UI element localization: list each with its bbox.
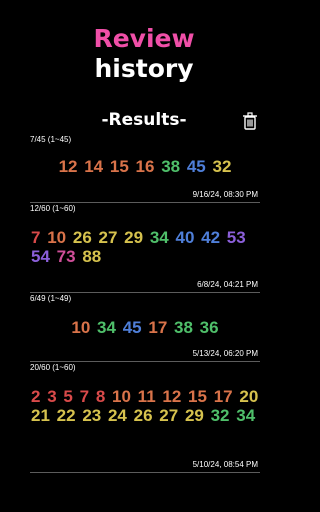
lotto-number: 7	[31, 228, 41, 247]
lotto-number: 34	[97, 318, 116, 337]
history-entry[interactable]: 7/45 (1~45) 12 14 15 16 38 45 32 9/16/24…	[30, 134, 260, 203]
lotto-number: 2	[31, 387, 41, 406]
lotto-number: 29	[184, 406, 204, 425]
lotto-number: 17	[213, 387, 233, 406]
history-entry[interactable]: 6/49 (1~49) 10 34 45 17 38 36 5/13/24, 0…	[30, 293, 260, 362]
history-list: 7/45 (1~45) 12 14 15 16 38 45 32 9/16/24…	[0, 134, 288, 473]
page-header: Review history	[0, 0, 288, 84]
review-history-screen: Review history -Results- 7/45 (1~45) 12 …	[0, 0, 288, 512]
lotto-number: 8	[95, 387, 106, 406]
page-title-review: Review	[93, 24, 195, 53]
lotto-number: 7	[79, 387, 90, 406]
entry-date: 5/13/24, 06:20 PM	[192, 349, 258, 358]
lotto-number: 24	[107, 406, 127, 425]
lotto-number: 54	[31, 247, 50, 266]
lotto-number: 14	[84, 157, 104, 176]
lotto-number: 17	[148, 318, 168, 337]
results-bar: -Results-	[0, 108, 288, 132]
lotto-number: 10	[112, 387, 131, 406]
game-label: 20/60 (1~60)	[30, 363, 76, 372]
lotto-number: 34	[149, 228, 169, 247]
lotto-number: 26	[133, 406, 153, 425]
lotto-number: 38	[161, 157, 181, 176]
number-row: 2 3 5 7 8 10 11 12 15 17 20 21 22 23 24 …	[30, 373, 260, 425]
lotto-number: 10	[71, 318, 91, 337]
lotto-number: 45	[186, 157, 206, 176]
lotto-number: 12	[162, 387, 182, 406]
number-row: 12 14 15 16 38 45 32	[30, 145, 260, 176]
lotto-number: 16	[135, 157, 155, 176]
lotto-number: 53	[226, 228, 246, 247]
lotto-number: 20	[239, 387, 259, 406]
lotto-number: 3	[47, 387, 57, 406]
lotto-number: 42	[201, 228, 221, 247]
lotto-number: 11	[137, 387, 156, 406]
game-label: 12/60 (1~60)	[30, 204, 76, 213]
entry-date: 5/10/24, 08:54 PM	[192, 460, 258, 469]
game-label: 6/49 (1~49)	[30, 294, 72, 303]
lotto-number: 21	[31, 406, 50, 425]
lotto-number: 12	[58, 157, 78, 176]
lotto-number: 27	[98, 228, 118, 247]
game-label: 7/45 (1~45)	[30, 135, 72, 144]
lotto-number: 22	[56, 406, 76, 425]
lotto-number: 5	[63, 387, 73, 406]
lotto-number: 34	[236, 406, 256, 425]
entry-date: 9/16/24, 08:30 PM	[192, 190, 258, 199]
lotto-number: 26	[72, 228, 92, 247]
lotto-number: 15	[188, 387, 207, 406]
lotto-number: 88	[82, 247, 102, 266]
number-row: 7 10 26 27 29 34 40 42 53 54 73 88	[30, 214, 260, 266]
entry-date: 6/8/24, 04:21 PM	[197, 280, 258, 289]
lotto-number: 32	[212, 157, 232, 176]
lotto-number: 40	[175, 228, 195, 247]
page-title-history: history	[94, 54, 194, 83]
lotto-number: 10	[47, 228, 67, 247]
lotto-number: 15	[109, 157, 129, 176]
lotto-number: 27	[159, 406, 179, 425]
history-entry[interactable]: 20/60 (1~60) 2 3 5 7 8 10 11 12 15 17 20…	[30, 362, 260, 473]
lotto-number: 45	[122, 318, 142, 337]
lotto-number: 38	[174, 318, 193, 337]
lotto-number: 36	[199, 318, 219, 337]
history-entry[interactable]: 12/60 (1~60) 7 10 26 27 29 34 40 42 53 5…	[30, 203, 260, 293]
lotto-number: 23	[82, 406, 102, 425]
lotto-number: 32	[210, 406, 230, 425]
lotto-number: 29	[124, 228, 144, 247]
lotto-number: 73	[56, 247, 76, 266]
trash-icon[interactable]	[242, 112, 258, 130]
number-row: 10 34 45 17 38 36	[30, 304, 260, 337]
